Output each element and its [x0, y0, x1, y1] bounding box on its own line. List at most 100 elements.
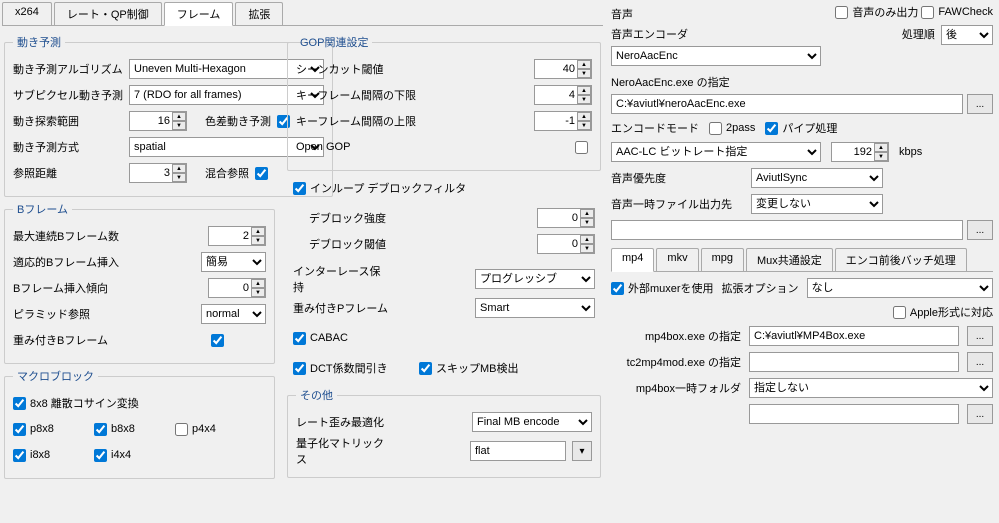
- encmode-select[interactable]: AAC-LC ビットレート指定: [611, 142, 821, 162]
- interlace-select[interactable]: プログレッシブ: [475, 269, 595, 289]
- audio-tmp-browse-button[interactable]: ...: [967, 220, 993, 240]
- priority-select[interactable]: AviutlSync: [751, 168, 883, 188]
- mixref-cb[interactable]: [255, 167, 268, 180]
- order-select[interactable]: 後: [941, 25, 993, 45]
- mp4box-input[interactable]: [749, 326, 959, 346]
- twopass-cb[interactable]: [709, 122, 722, 135]
- extopt-select[interactable]: なし: [807, 278, 993, 298]
- spin-down[interactable]: ▼: [251, 288, 265, 297]
- keymax-input[interactable]: [535, 112, 577, 130]
- tab-mp4[interactable]: mp4: [611, 248, 654, 272]
- spin-down[interactable]: ▼: [580, 244, 594, 253]
- cabac-cb[interactable]: [293, 332, 306, 345]
- spin-up[interactable]: ▲: [577, 112, 591, 121]
- i8-cb[interactable]: [13, 449, 26, 462]
- matrix-input[interactable]: [470, 441, 566, 461]
- subpixel-label: サブピクセル動き予測: [13, 87, 123, 103]
- p4-cb[interactable]: [175, 423, 188, 436]
- range-label: 動き探索範囲: [13, 113, 123, 129]
- tab-ext[interactable]: 拡張: [235, 2, 283, 25]
- spin-down[interactable]: ▼: [172, 173, 186, 182]
- deblock-thr-input[interactable]: [538, 235, 580, 253]
- i4-cb[interactable]: [94, 449, 107, 462]
- spin-up[interactable]: ▲: [874, 143, 888, 152]
- bbias-input[interactable]: [209, 279, 251, 297]
- spin-up[interactable]: ▲: [251, 227, 265, 236]
- spin-down[interactable]: ▼: [577, 69, 591, 78]
- extmuxer-cb[interactable]: [611, 282, 624, 295]
- tab-batch[interactable]: エンコ前後バッチ処理: [835, 248, 967, 271]
- dct8-cb[interactable]: [13, 397, 26, 410]
- skipmb-cb[interactable]: [419, 362, 432, 375]
- mp4box-browse-button[interactable]: ...: [967, 326, 993, 346]
- spin-up[interactable]: ▲: [580, 209, 594, 218]
- bbias-label: Bフレーム挿入傾向: [13, 280, 123, 296]
- p8-cb[interactable]: [13, 423, 26, 436]
- spin-up[interactable]: ▲: [172, 164, 186, 173]
- mixref-label: 混合参照: [205, 165, 249, 181]
- tab-frame[interactable]: フレーム: [164, 2, 234, 26]
- spin-down[interactable]: ▼: [577, 121, 591, 130]
- mp4tmp-path-input[interactable]: [749, 404, 959, 424]
- pipe-cb[interactable]: [765, 122, 778, 135]
- tab-mpg[interactable]: mpg: [701, 248, 744, 271]
- tab-x264[interactable]: x264: [2, 2, 52, 25]
- rate-select[interactable]: Final MB encode: [472, 412, 592, 432]
- b8-cb[interactable]: [94, 423, 107, 436]
- spin-down[interactable]: ▼: [577, 95, 591, 104]
- nero-path-input[interactable]: [611, 94, 963, 114]
- weightedp-label: 重み付きPフレーム: [293, 300, 388, 316]
- bmax-label: 最大連続Bフレーム数: [13, 228, 123, 244]
- rate-label: レート歪み最適化: [296, 414, 391, 430]
- spin-up[interactable]: ▲: [577, 86, 591, 95]
- keymin-input[interactable]: [535, 86, 577, 104]
- mp4tmp-browse-button[interactable]: ...: [967, 404, 993, 424]
- range-input[interactable]: [130, 112, 172, 130]
- apple-cb[interactable]: [893, 306, 906, 319]
- spin-down[interactable]: ▼: [251, 236, 265, 245]
- tc2-input[interactable]: [749, 352, 959, 372]
- scenecut-input[interactable]: [535, 60, 577, 78]
- mp4tmp-select[interactable]: 指定しない: [749, 378, 993, 398]
- matrix-dropdown-button[interactable]: ▾: [572, 441, 592, 461]
- refdist-input[interactable]: [130, 164, 172, 182]
- audio-tmp-path-input[interactable]: [611, 220, 963, 240]
- i8-label: i8x8: [30, 449, 50, 461]
- dct-label: DCT係数間引き: [310, 360, 388, 376]
- spin-up[interactable]: ▲: [251, 279, 265, 288]
- inloop-label: インループ デブロックフィルタ: [310, 180, 466, 196]
- opengop-cb[interactable]: [575, 141, 588, 154]
- pyramid-label: ピラミッド参照: [13, 306, 123, 322]
- p8-label: p8x8: [30, 423, 54, 435]
- nero-browse-button[interactable]: ...: [967, 94, 993, 114]
- dct-cb[interactable]: [293, 362, 306, 375]
- p4-label: p4x4: [192, 423, 216, 435]
- spin-down[interactable]: ▼: [874, 152, 888, 161]
- spin-down[interactable]: ▼: [172, 121, 186, 130]
- fawcheck-cb[interactable]: [921, 6, 934, 19]
- bmax-input[interactable]: [209, 227, 251, 245]
- tc2-browse-button[interactable]: ...: [967, 352, 993, 372]
- only-audio-cb[interactable]: [835, 6, 848, 19]
- matrix-label: 量子化マトリックス: [296, 435, 391, 467]
- deblock-str-input[interactable]: [538, 209, 580, 227]
- tmpout-select[interactable]: 変更しない: [751, 194, 883, 214]
- weightedp-select[interactable]: Smart: [475, 298, 595, 318]
- motion-legend: 動き予測: [13, 34, 65, 50]
- interlace-label: インターレース保持: [293, 263, 388, 295]
- badapt-select[interactable]: 簡易: [201, 252, 266, 272]
- pyramid-select[interactable]: normal: [201, 304, 266, 324]
- spin-up[interactable]: ▲: [580, 235, 594, 244]
- tab-mux-common[interactable]: Mux共通設定: [746, 248, 833, 271]
- mp4box-label: mp4box.exe の指定: [611, 328, 741, 344]
- tab-rateqp[interactable]: レート・QP制御: [54, 2, 162, 25]
- skipmb-label: スキップMB検出: [436, 360, 519, 376]
- tab-mkv[interactable]: mkv: [656, 248, 698, 271]
- inloop-cb[interactable]: [293, 182, 306, 195]
- spin-up[interactable]: ▲: [172, 112, 186, 121]
- audio-encoder-select[interactable]: NeroAacEnc: [611, 46, 821, 66]
- spin-down[interactable]: ▼: [580, 218, 594, 227]
- weighted-b-cb[interactable]: [211, 334, 224, 347]
- bitrate-input[interactable]: [832, 143, 874, 161]
- spin-up[interactable]: ▲: [577, 60, 591, 69]
